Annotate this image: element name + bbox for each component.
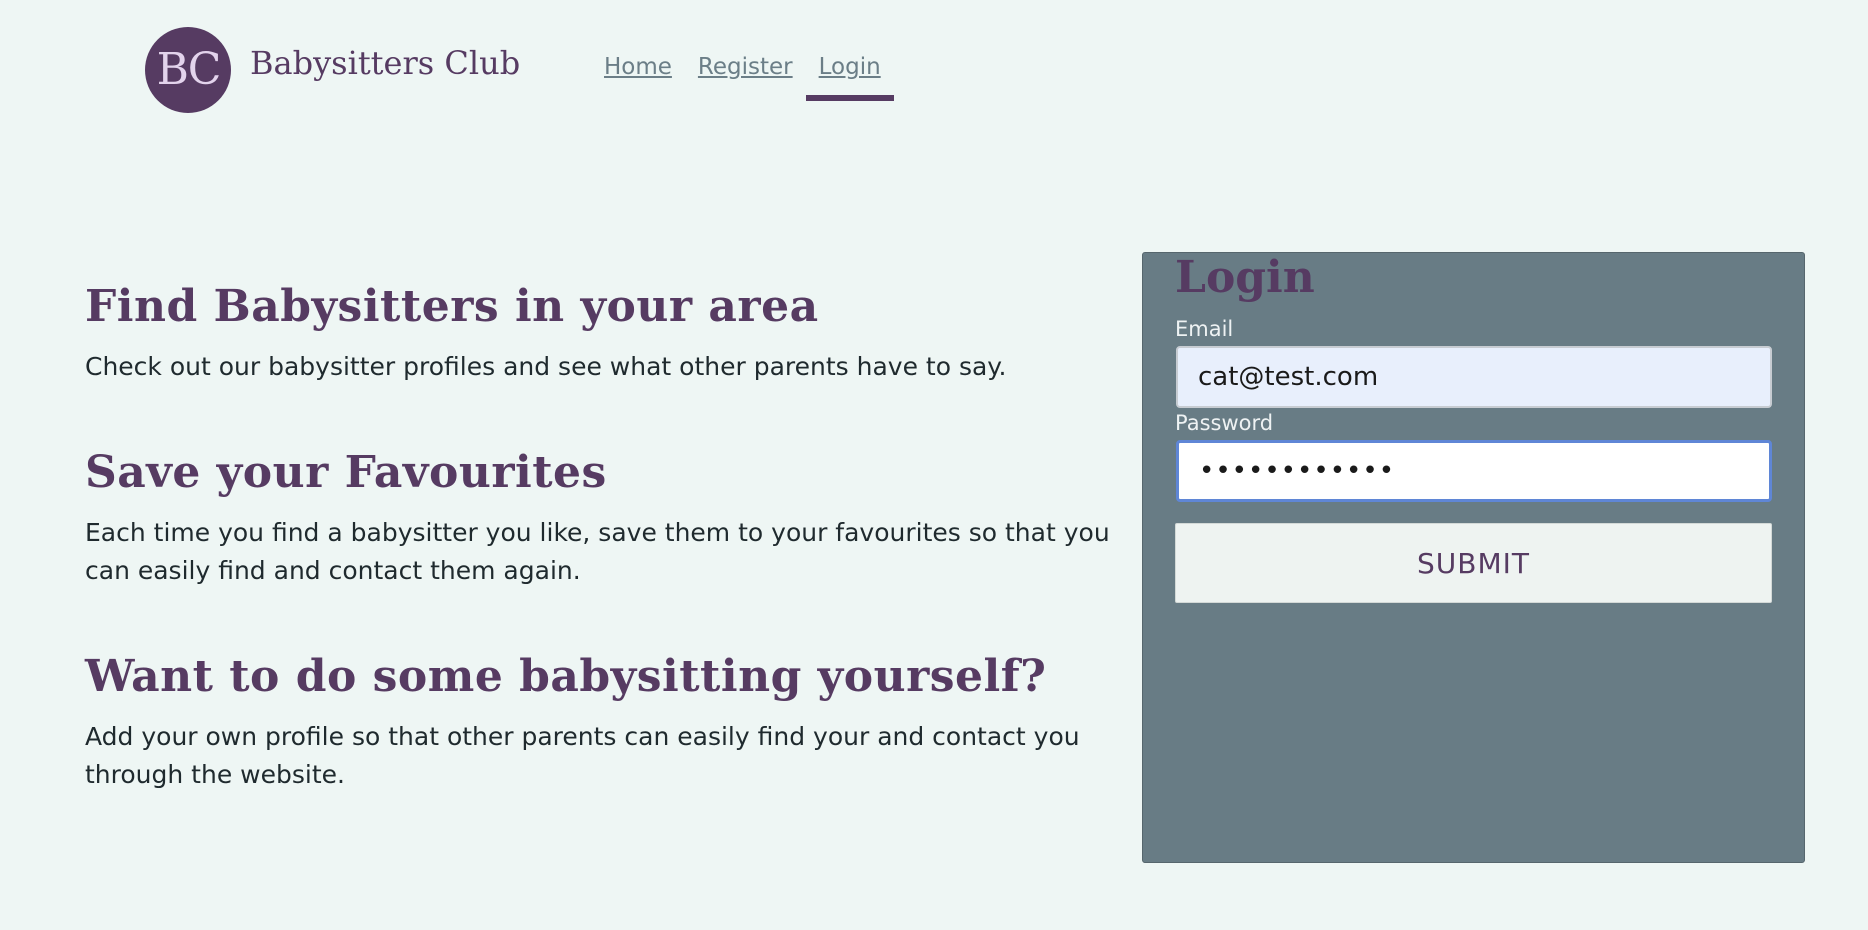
login-title: Login	[1175, 252, 1315, 303]
brand-name[interactable]: Babysitters Club	[250, 44, 520, 82]
features-section: Find Babysitters in your area Check out …	[85, 280, 1115, 854]
feature-do-babysitting: Want to do some babysitting yourself? Ad…	[85, 650, 1115, 794]
feature-text: Add your own profile so that other paren…	[85, 722, 1080, 789]
feature-text: Check out our babysitter profiles and se…	[85, 352, 1007, 381]
feature-heading: Save your Favourites	[85, 447, 607, 498]
feature-heading: Want to do some babysitting yourself?	[85, 651, 1047, 702]
nav-home-link[interactable]: Home	[604, 52, 685, 82]
main-nav: Home Register Login	[604, 52, 907, 101]
nav-register-link[interactable]: Register	[698, 52, 806, 82]
password-field[interactable]	[1176, 440, 1772, 502]
feature-save-favourites: Save your Favourites Each time you find …	[85, 446, 1115, 590]
feature-heading: Find Babysitters in your area	[85, 281, 819, 332]
feature-text: Each time you find a babysitter you like…	[85, 518, 1110, 585]
submit-button[interactable]: SUBMIT	[1175, 523, 1772, 603]
feature-find-babysitters: Find Babysitters in your area Check out …	[85, 280, 1115, 386]
login-panel: Login Email Password SUBMIT	[1142, 252, 1805, 863]
site-header: BC Babysitters Club Home Register Login	[0, 0, 1868, 130]
password-label: Password	[1175, 411, 1274, 435]
logo[interactable]: BC	[145, 27, 231, 113]
email-label: Email	[1175, 317, 1234, 341]
email-field[interactable]	[1176, 346, 1772, 408]
nav-login-link[interactable]: Login	[805, 52, 894, 101]
